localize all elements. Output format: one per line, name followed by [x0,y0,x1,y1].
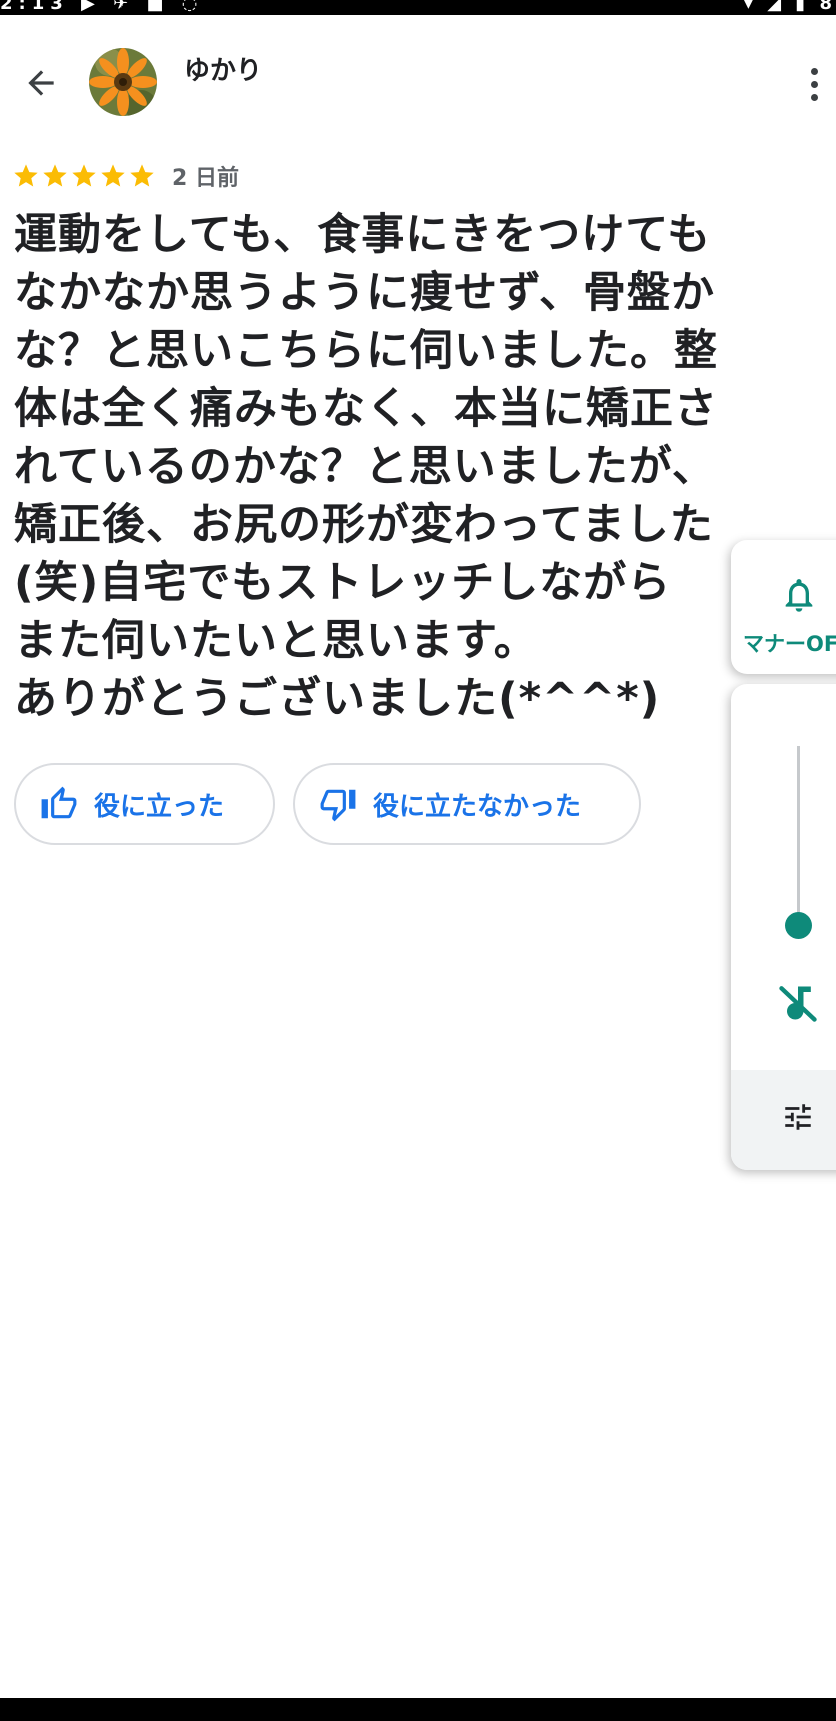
thumb-down-icon [320,789,356,822]
review-text: 運動をしても、食事にきをつけても なかなか思うように痩せず、骨盤か な？と思いこちら… [14,206,836,728]
volume-panel [731,684,836,1170]
review-line: 体は全く痛みもなく、本当に矯正さ [14,384,718,434]
status-right-icons: ▾ ◢ ▮ 8 [743,0,836,14]
review-date: 2 日前 [172,166,239,191]
status-left-icons: 2:13 ▶ ✈ ■ ◌ [0,0,204,14]
star-icon [14,164,38,187]
star-icon [43,164,67,187]
thumb-up-icon [41,786,77,819]
volume-slider-thumb[interactable] [785,912,812,939]
back-button[interactable] [16,58,66,108]
star-icon [130,164,154,187]
review-line: また伺いたいと思います。 [14,616,538,666]
review-screen: 2:13 ▶ ✈ ■ ◌ ▾ ◢ ▮ 8 ゆかり 2 日前 運動をしても、食事に… [0,0,836,1721]
orange-flower-icon [89,48,157,116]
review-line: ありがとうございました(*^^*) [14,674,661,724]
star-icon [72,164,96,187]
more-vert-icon-dot [810,80,818,88]
review-line: な？と思いこちらに伺いました。整 [14,326,718,376]
rating-row: 2 日前 [12,160,239,192]
navigation-bar [0,1698,836,1721]
avatar[interactable] [89,48,157,116]
more-options-button[interactable] [796,62,832,106]
helpful-button[interactable]: 役に立った [14,763,275,845]
review-line: れているのかな？と思いましたが、 [14,442,716,492]
volume-slider-track[interactable] [797,746,800,924]
star-icon [101,164,125,187]
arrow-back-icon [28,70,54,96]
ringer-mode-label: マナーOFF [743,632,836,656]
ringer-mode-button[interactable]: マナーOFF [731,540,836,674]
not-helpful-label: 役に立たなかった [373,791,582,822]
bell-icon [785,579,813,612]
not-helpful-button[interactable]: 役に立たなかった [293,763,641,845]
star-rating [12,162,156,190]
more-vert-icon-dot [810,93,818,101]
music-off-icon[interactable] [776,981,820,1025]
status-bar: 2:13 ▶ ✈ ■ ◌ ▾ ◢ ▮ 8 [0,0,836,15]
review-line: なかなか思うように痩せず、骨盤か [14,268,715,318]
helpful-label: 役に立った [94,791,225,822]
more-vert-icon [810,67,818,75]
tune-icon[interactable] [781,1100,815,1134]
review-line: 矯正後、お尻の形が変わってました [14,500,714,550]
volume-settings-area [731,1070,836,1170]
review-line: 運動をしても、食事にきをつけても [14,210,712,260]
reviewer-name[interactable]: ゆかり [184,50,262,87]
review-line: (笑)自宅でもストレッチしながら [14,558,672,608]
